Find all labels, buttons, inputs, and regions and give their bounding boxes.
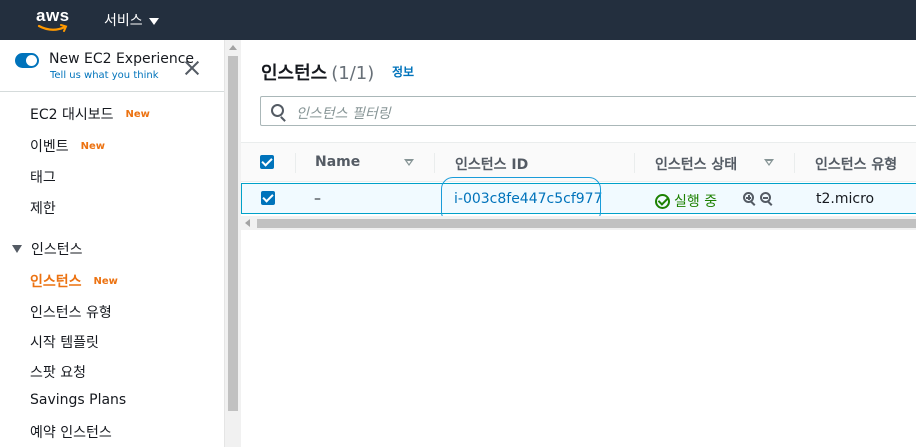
sidebar-item-limits[interactable]: 제한 — [30, 198, 56, 218]
column-divider — [634, 153, 635, 173]
instance-filter-input[interactable]: 인스턴스 필터링 — [260, 96, 916, 126]
sidebar-item-label: 제한 — [30, 201, 56, 217]
sort-icon[interactable] — [404, 159, 414, 166]
sidebar-item-spot-requests[interactable]: 스팟 요청 — [30, 362, 86, 382]
sidebar-item-label: 시작 템플릿 — [30, 335, 99, 351]
sidebar-section-label: 인스턴스 — [31, 242, 83, 258]
table-header: Name 인스턴스 ID 인스턴스 상태 인스턴스 유형 — [241, 142, 916, 182]
sidebar-section-instances[interactable]: 인스턴스 — [12, 239, 83, 259]
caret-down-icon — [148, 17, 159, 25]
aws-logo-text: aws — [36, 6, 70, 25]
aws-smile-icon — [37, 24, 68, 32]
filter-placeholder: 인스턴스 필터링 — [296, 106, 391, 122]
new-experience-title: New EC2 Experience — [49, 51, 195, 67]
instance-type: t2.micro — [816, 191, 875, 207]
page-title: 인스턴스 (1/1) — [261, 59, 374, 85]
sidebar-item-label: 태그 — [30, 170, 56, 186]
sidebar-scrollbar[interactable] — [224, 40, 241, 447]
sort-icon[interactable] — [764, 159, 774, 166]
sidebar-item-launch-templates[interactable]: 시작 템플릿 — [30, 332, 99, 352]
zoom-in-icon[interactable] — [743, 192, 757, 206]
sidebar-item-label: 예약 인스턴스 — [30, 425, 112, 441]
sidebar-item-label: Savings Plans — [30, 392, 127, 408]
aws-logo[interactable]: aws — [36, 6, 72, 34]
select-all-checkbox[interactable] — [260, 155, 274, 169]
new-experience-toggle[interactable] — [15, 53, 39, 68]
top-navigation-bar: aws 서비스 — [0, 0, 916, 40]
sidebar-item-label: 인스턴스 — [30, 274, 82, 290]
sidebar-item-label: EC2 대시보드 — [30, 107, 114, 123]
sidebar-item-instance-types[interactable]: 인스턴스 유형 — [30, 302, 112, 322]
check-circle-icon — [655, 193, 670, 209]
scroll-up-arrow-icon[interactable] — [229, 45, 237, 50]
new-badge: New — [80, 140, 106, 152]
instance-state: 실행 중 — [655, 191, 717, 211]
instance-state-label: 실행 중 — [674, 194, 718, 210]
new-badge: New — [125, 108, 150, 120]
selection-count: (1/1) — [331, 63, 375, 84]
services-label: 서비스 — [104, 13, 143, 29]
services-menu[interactable]: 서비스 — [104, 10, 159, 30]
collapse-triangle-icon — [12, 245, 22, 253]
column-divider — [434, 153, 435, 173]
sidebar-item-label: 인스턴스 유형 — [30, 305, 112, 321]
instance-name: – — [314, 191, 321, 207]
new-experience-panel: New EC2 Experience Tell us what you thin… — [0, 40, 224, 92]
close-icon[interactable] — [184, 60, 200, 76]
scroll-left-arrow-icon[interactable] — [245, 219, 250, 227]
sidebar-item-savings-plans[interactable]: Savings Plans — [30, 392, 126, 408]
search-icon — [271, 104, 284, 117]
sidebar-item-tags[interactable]: 태그 — [30, 167, 56, 187]
sidebar-item-reserved-instances[interactable]: 예약 인스턴스 — [30, 422, 112, 442]
table-horizontal-scrollbar[interactable] — [241, 216, 916, 230]
sidebar: New EC2 Experience Tell us what you thin… — [0, 40, 224, 447]
sidebar-item-instances[interactable]: 인스턴스 New — [30, 271, 118, 291]
scrollbar-thumb[interactable] — [257, 219, 916, 228]
page-title-text: 인스턴스 — [261, 63, 328, 84]
column-divider — [794, 153, 795, 173]
new-badge: New — [93, 275, 118, 287]
feedback-link[interactable]: Tell us what you think — [50, 70, 159, 81]
info-link[interactable]: 정보 — [392, 63, 414, 80]
sidebar-item-ec2-dashboard[interactable]: EC2 대시보드 New — [30, 104, 150, 124]
column-divider — [295, 153, 296, 173]
sidebar-item-label: 스팟 요청 — [30, 365, 86, 381]
sidebar-item-events[interactable]: 이벤트 New — [30, 136, 105, 156]
sidebar-item-label: 이벤트 — [30, 139, 69, 155]
row-checkbox[interactable] — [261, 191, 275, 205]
column-header-instance-state[interactable]: 인스턴스 상태 — [655, 154, 737, 174]
main-content: 인스턴스 (1/1) 정보 인스턴스 필터링 Name 인스턴스 ID 인스턴스 … — [241, 40, 916, 447]
scrollbar-thumb[interactable] — [228, 56, 238, 411]
toggle-knob — [26, 55, 37, 66]
column-header-instance-id[interactable]: 인스턴스 ID — [455, 154, 528, 174]
zoom-out-icon[interactable] — [760, 192, 774, 206]
column-header-name[interactable]: Name — [315, 154, 360, 170]
column-header-instance-type[interactable]: 인스턴스 유형 — [815, 154, 897, 174]
